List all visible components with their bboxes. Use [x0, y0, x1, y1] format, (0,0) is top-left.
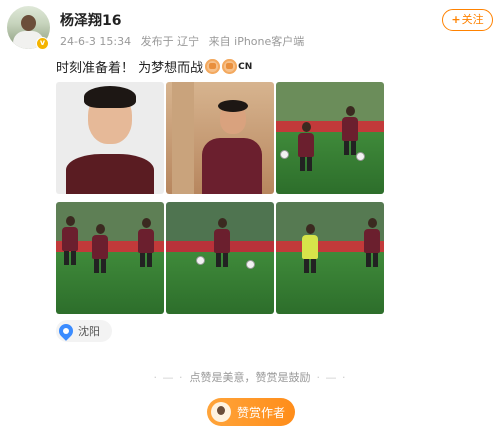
- author-mini-avatar: [211, 402, 231, 422]
- reward-button-label: 赞赏作者: [237, 405, 286, 420]
- photo-grid: [56, 82, 384, 314]
- photo-training-4[interactable]: [276, 202, 384, 314]
- post-source: 来自 iPhone客户端: [208, 35, 305, 48]
- reward-hint: · — · 点赞是美意，赞赏是鼓励 · — ·: [0, 369, 500, 385]
- fist-emoji-icon: [222, 59, 238, 74]
- location-tag[interactable]: 沈阳: [56, 320, 112, 342]
- post-date: 24-6-3 15:34: [60, 35, 132, 48]
- user-name[interactable]: 杨泽翔16: [60, 10, 121, 30]
- follow-button[interactable]: +关注: [442, 9, 493, 31]
- follow-label: 关注: [461, 13, 484, 26]
- cn-label: CN: [238, 61, 253, 72]
- photo-training-3[interactable]: [166, 202, 274, 314]
- post-body: 时刻准备着！ 为梦想而战: [56, 61, 204, 76]
- photo-training-2[interactable]: [56, 202, 164, 314]
- divider-dots: · — ·: [153, 371, 184, 384]
- divider-dots: · — ·: [316, 371, 347, 384]
- photo-training-1[interactable]: [276, 82, 384, 194]
- post-meta: 24-6-3 15:34 发布于 辽宁 来自 iPhone客户端: [60, 33, 310, 49]
- fist-emoji-icon: [205, 59, 221, 74]
- reward-author-button[interactable]: 赞赏作者: [207, 398, 295, 426]
- post-location: 发布于 辽宁: [140, 35, 200, 48]
- post-text: 时刻准备着！ 为梦想而战 CN: [56, 57, 252, 76]
- photo-portrait[interactable]: [56, 82, 164, 194]
- location-pin-icon: [56, 321, 76, 341]
- photo-bus[interactable]: [166, 82, 274, 194]
- reward-hint-text: 点赞是美意，赞赏是鼓励: [189, 371, 311, 384]
- verified-badge-icon: v: [36, 37, 49, 50]
- plus-icon: +: [451, 13, 461, 26]
- location-label: 沈阳: [78, 325, 100, 338]
